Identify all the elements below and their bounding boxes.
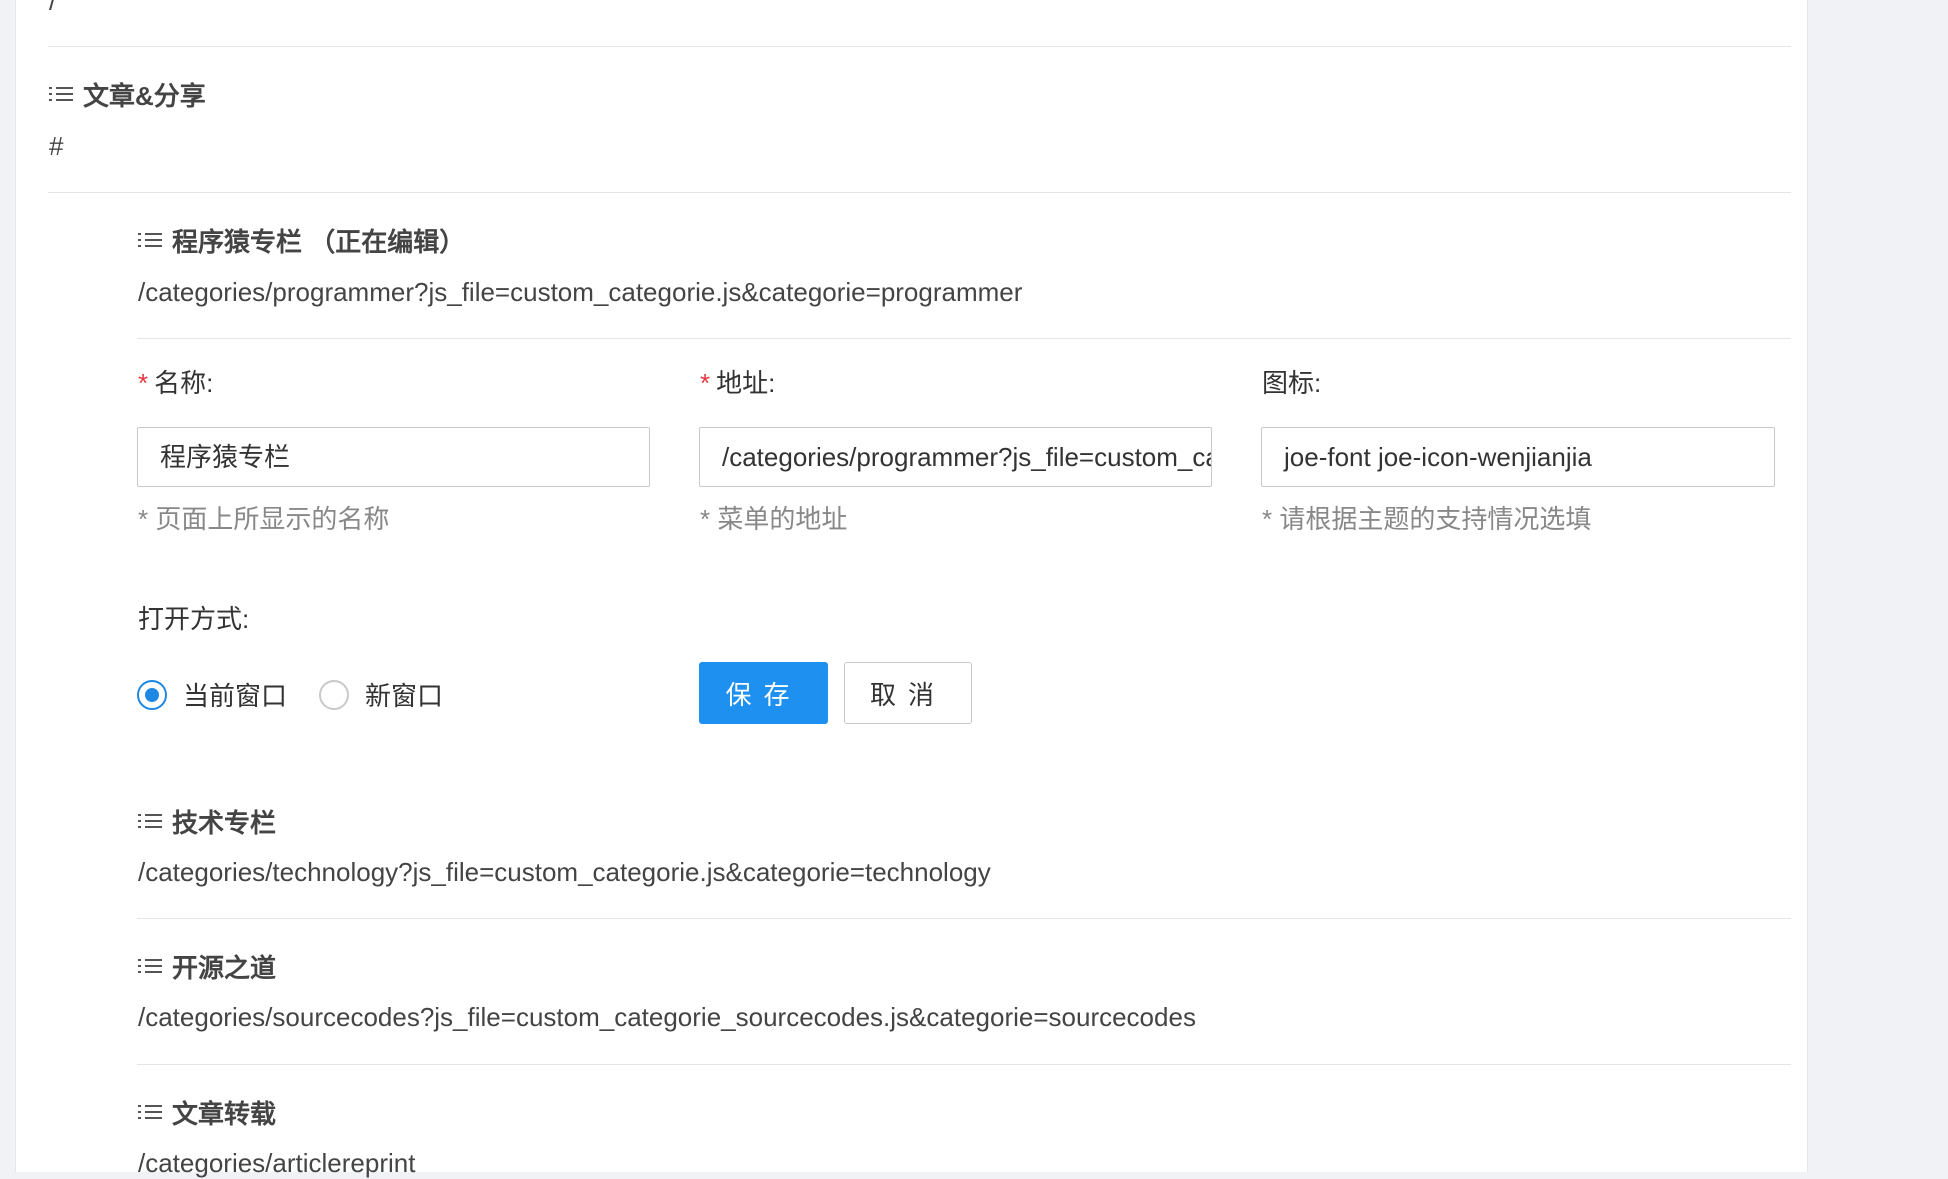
menu-title: 程序猿专栏 （正在编辑） <box>172 226 466 257</box>
radio-checked-icon[interactable] <box>137 679 167 710</box>
menu-url-sourcecodes: /categories/sourcecodes?js_file=custom_c… <box>138 1002 1196 1032</box>
menu-url-reprint: /categories/articlereprint <box>138 1148 416 1178</box>
menu-item-technology[interactable]: 技术专栏 <box>138 803 276 839</box>
menu-title: 技术专栏 <box>172 807 277 838</box>
menu-url-programmer: /categories/programmer?js_file=custom_ca… <box>138 277 1023 307</box>
menu-title: 文章&分享 <box>83 80 206 111</box>
open-mode-label: 打开方式: <box>138 604 250 634</box>
icon-hint: * 请根据主题的支持情况选填 <box>1262 504 1592 534</box>
save-button[interactable]: 保存 <box>699 662 828 724</box>
divider <box>48 192 1791 193</box>
divider <box>137 918 1791 919</box>
menu-item-reprint[interactable]: 文章转载 <box>138 1094 276 1130</box>
divider <box>137 1064 1791 1065</box>
required-mark: * <box>700 368 711 398</box>
divider <box>48 46 1791 47</box>
menu-item-sourcecodes[interactable]: 开源之道 <box>138 948 276 984</box>
menu-url-articles: # <box>49 131 64 161</box>
radio-current-window[interactable]: 当前窗口 <box>137 676 287 713</box>
name-label: * 名称: <box>138 368 214 398</box>
list-icon <box>138 230 162 250</box>
menu-url-home: / <box>49 0 57 16</box>
required-mark: * <box>138 368 149 398</box>
divider <box>137 338 1791 339</box>
icon-input[interactable]: joe-font joe-icon-wenjianjia <box>1261 427 1775 487</box>
radio-new-window[interactable]: 新窗口 <box>319 676 443 713</box>
menu-item-programmer[interactable]: 程序猿专栏 （正在编辑） <box>138 222 465 258</box>
address-label: * 地址: <box>700 368 776 398</box>
name-hint: * 页面上所显示的名称 <box>138 504 390 534</box>
list-icon <box>138 956 162 976</box>
list-icon <box>49 84 73 104</box>
cancel-button[interactable]: 取消 <box>844 662 972 724</box>
radio-unchecked-icon[interactable] <box>319 679 350 710</box>
list-icon <box>138 1102 162 1122</box>
name-input[interactable]: 程序猿专栏 <box>137 427 650 487</box>
menu-title: 文章转载 <box>172 1098 277 1129</box>
menu-item-articles[interactable]: 文章&分享 <box>49 76 206 112</box>
menu-editor-panel: / 文章&分享 # 程序猿专栏 （正在编辑） /categories/progr… <box>15 0 1808 1178</box>
menu-title: 开源之道 <box>172 952 277 983</box>
menu-url-technology: /categories/technology?js_file=custom_ca… <box>138 857 991 887</box>
address-hint: * 菜单的地址 <box>700 504 848 534</box>
open-mode-radio-group: 当前窗口 新窗口 <box>137 676 475 713</box>
icon-label: 图标: <box>1262 368 1322 398</box>
address-input[interactable]: /categories/programmer?js_file=custom_ca… <box>699 427 1212 487</box>
list-icon <box>138 811 162 831</box>
